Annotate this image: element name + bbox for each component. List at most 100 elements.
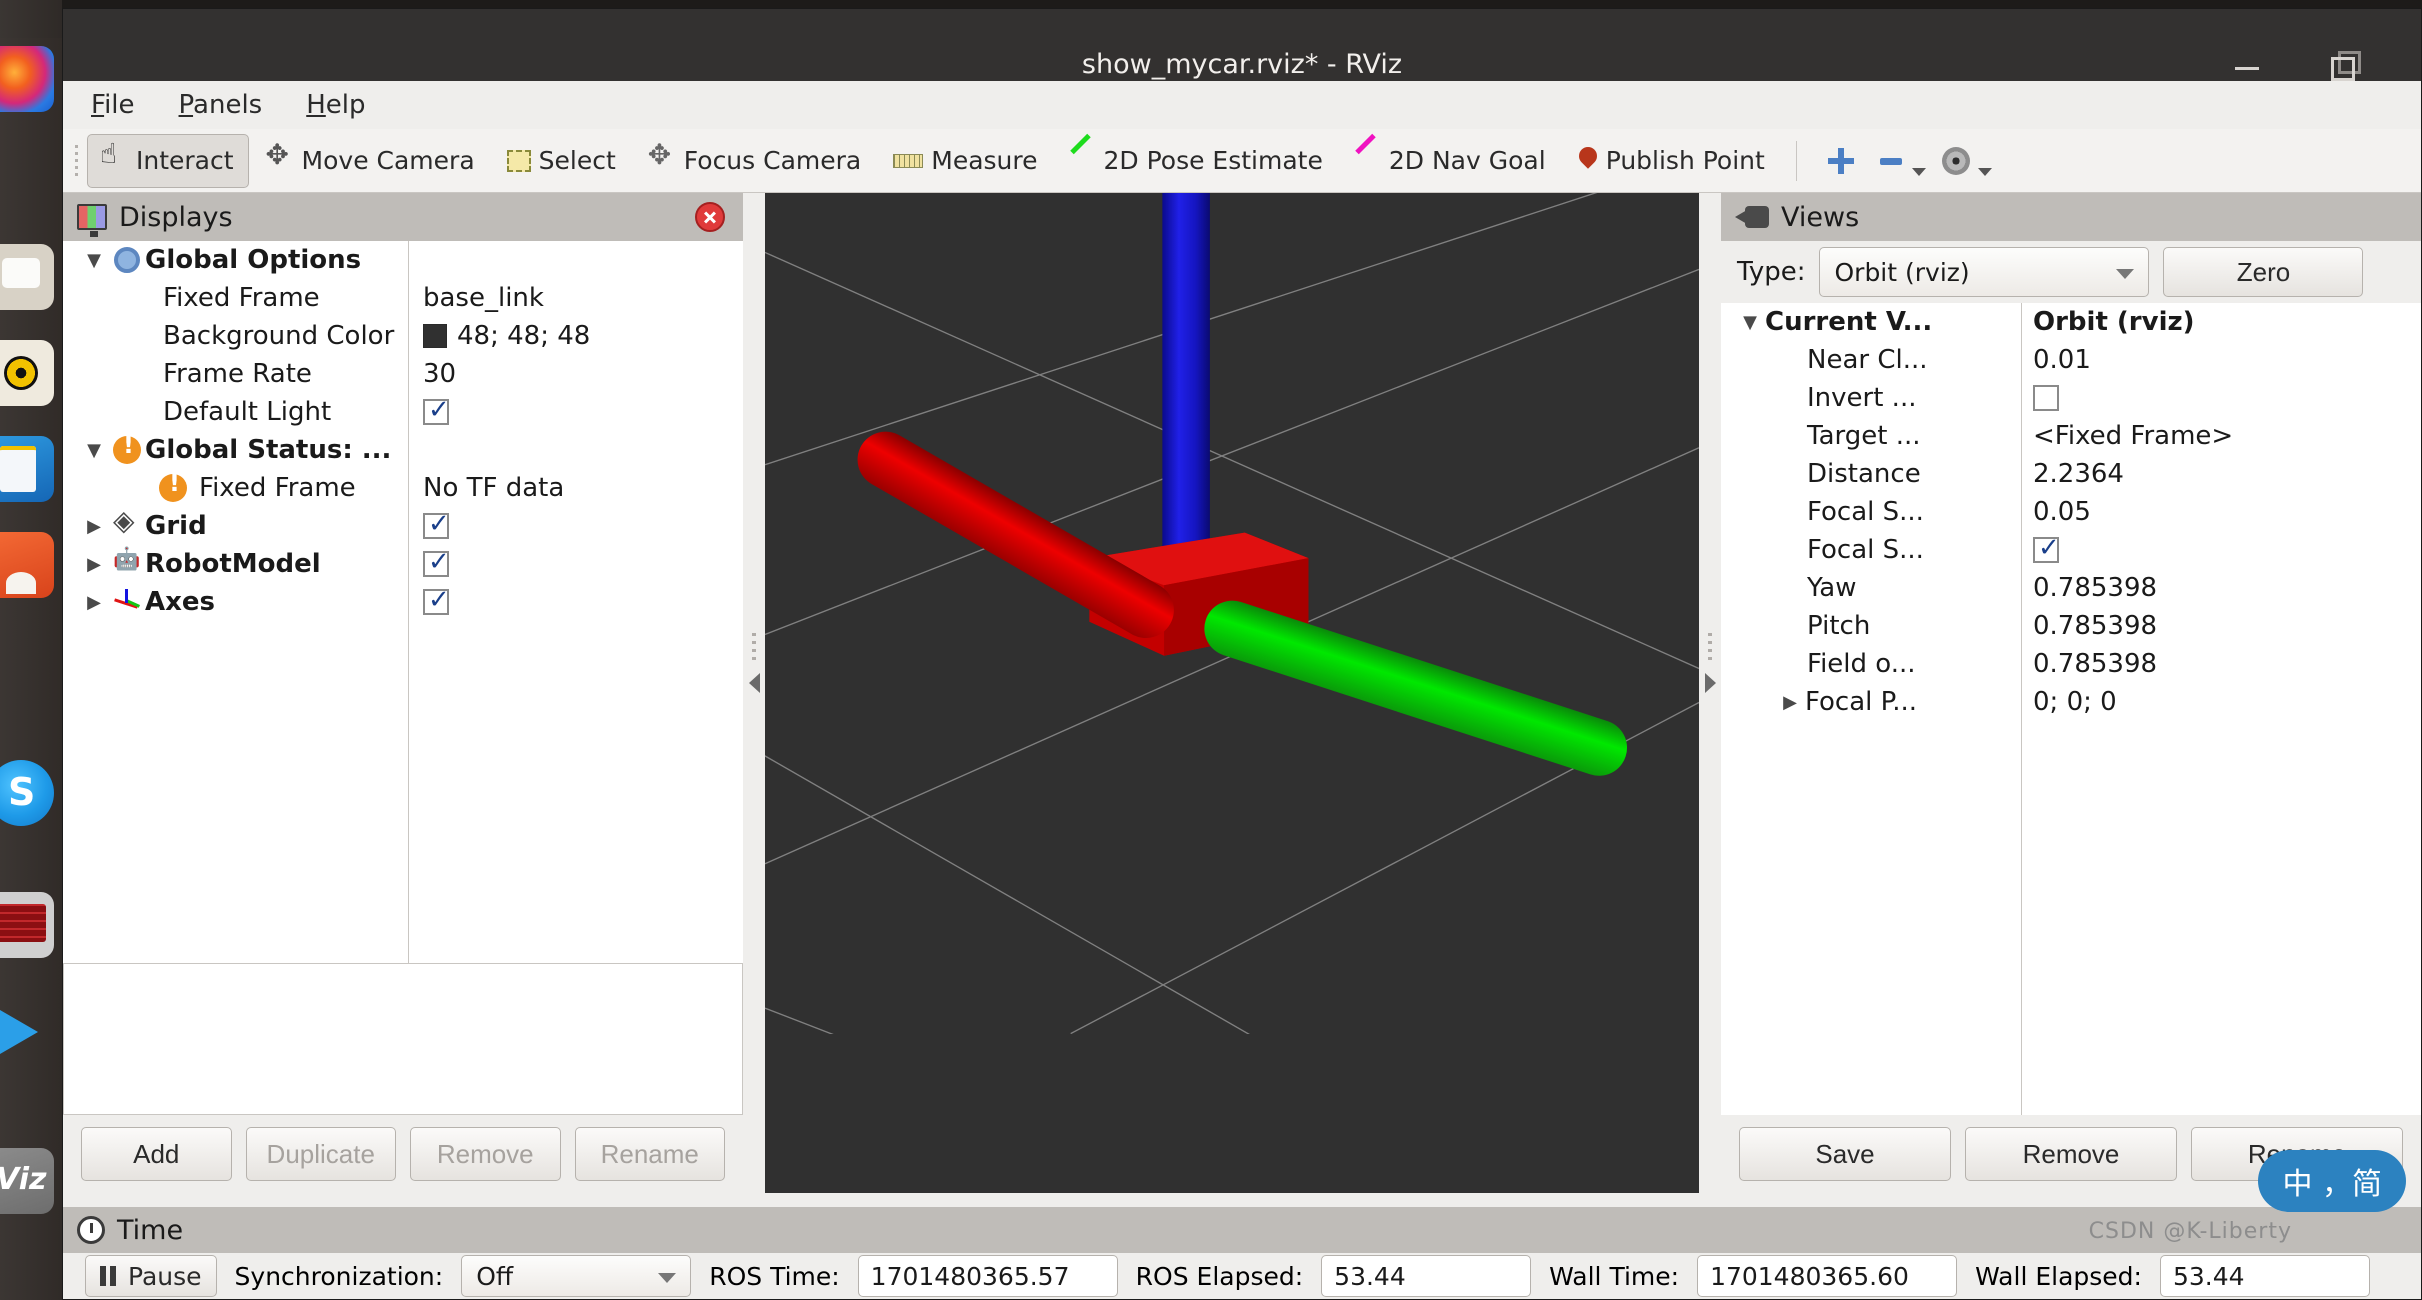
tree-row-fixed-frame[interactable]: Fixed Frame base_link bbox=[63, 279, 743, 317]
twisty-right-icon-focal[interactable]: ▶ bbox=[1775, 692, 1805, 713]
views-row-current-view[interactable]: ▼ Current V... Orbit (rviz) bbox=[1721, 303, 2421, 341]
twisty-down-icon[interactable]: ▼ bbox=[79, 250, 109, 271]
views-row-value-wrap[interactable] bbox=[2033, 385, 2059, 411]
wall-elapsed-field[interactable]: 53.44 bbox=[2159, 1255, 2370, 1297]
menu-panels[interactable]: Panels bbox=[171, 86, 271, 124]
tree-row-value-wrap[interactable] bbox=[423, 509, 450, 539]
views-row-value[interactable]: 0.01 bbox=[2033, 345, 2091, 375]
tree-row-default-light[interactable]: Default Light bbox=[63, 393, 743, 431]
tree-row-grid[interactable]: ▶ Grid bbox=[63, 504, 743, 545]
tree-row-axes[interactable]: ▶ Axes bbox=[63, 583, 743, 621]
checkbox-grid[interactable] bbox=[423, 509, 450, 539]
tree-row-value-wrap[interactable]: 48; 48; 48 bbox=[423, 321, 590, 351]
twisty-right-icon-robot[interactable]: ▶ bbox=[79, 554, 109, 575]
views-tree[interactable]: ▼ Current V... Orbit (rviz) Near Cl... 0… bbox=[1721, 303, 2421, 1115]
remove-button[interactable]: Remove bbox=[410, 1127, 561, 1181]
tree-row-background-color[interactable]: Background Color 48; 48; 48 bbox=[63, 317, 743, 355]
ros-time-field[interactable]: 1701480365.57 bbox=[857, 1255, 1118, 1297]
tool-2d-nav-goal[interactable]: 2D Nav Goal bbox=[1340, 134, 1561, 188]
tree-row-value-wrap[interactable] bbox=[423, 547, 450, 577]
checkbox-focal-shape-fixed[interactable] bbox=[2033, 533, 2060, 563]
twisty-down-icon-views[interactable]: ▼ bbox=[1735, 312, 1765, 333]
tree-row-status-fixed-frame[interactable]: Fixed Frame No TF data bbox=[63, 469, 743, 507]
views-row-value[interactable]: 2.2364 bbox=[2033, 459, 2124, 489]
right-splitter[interactable] bbox=[1699, 193, 1721, 1193]
terminal-icon[interactable] bbox=[0, 892, 54, 958]
views-row-value[interactable]: <Fixed Frame> bbox=[2033, 421, 2233, 451]
ime-indicator[interactable]: 中 ，简 bbox=[2258, 1150, 2406, 1212]
tool-measure[interactable]: Measure bbox=[878, 134, 1052, 188]
twisty-right-icon-grid[interactable]: ▶ bbox=[79, 516, 109, 537]
checkbox-invert[interactable] bbox=[2033, 385, 2059, 411]
views-row-target-frame[interactable]: Target ... <Fixed Frame> bbox=[1721, 417, 2421, 455]
twisty-right-icon-axes[interactable]: ▶ bbox=[79, 592, 109, 613]
wall-time-field[interactable]: 1701480365.60 bbox=[1697, 1255, 1958, 1297]
tree-row-global-status[interactable]: ▼ Global Status: ... bbox=[63, 431, 743, 469]
views-row-pitch[interactable]: Pitch 0.785398 bbox=[1721, 607, 2421, 645]
collapse-right-icon[interactable] bbox=[1705, 673, 1716, 693]
tree-row-value-wrap[interactable] bbox=[423, 395, 450, 425]
tool-focus-camera[interactable]: Focus Camera bbox=[633, 134, 876, 188]
menu-file[interactable]: File bbox=[83, 86, 143, 124]
maximize-icon[interactable] bbox=[2329, 51, 2361, 81]
twisty-down-icon-2[interactable]: ▼ bbox=[79, 440, 109, 461]
views-row-focal-point[interactable]: ▶ Focal P... 0; 0; 0 bbox=[1721, 683, 2421, 721]
tool-move-camera[interactable]: Move Camera bbox=[251, 134, 490, 188]
render-view-3d[interactable] bbox=[765, 193, 1699, 1193]
views-row-value-wrap[interactable] bbox=[2033, 533, 2060, 563]
tool-2d-pose-estimate[interactable]: 2D Pose Estimate bbox=[1055, 134, 1338, 188]
checkbox-robotmodel[interactable] bbox=[423, 547, 450, 577]
views-row-invert[interactable]: Invert ... bbox=[1721, 379, 2421, 417]
menu-help[interactable]: Help bbox=[298, 86, 373, 124]
rviz-icon[interactable] bbox=[0, 1148, 54, 1214]
left-splitter[interactable] bbox=[743, 193, 765, 1193]
vscode-icon[interactable] bbox=[0, 1000, 54, 1066]
tree-row-value[interactable]: base_link bbox=[423, 283, 544, 313]
tool-publish-point[interactable]: Publish Point bbox=[1563, 134, 1780, 188]
tool-add[interactable] bbox=[1813, 134, 1869, 188]
views-row-yaw[interactable]: Yaw 0.785398 bbox=[1721, 569, 2421, 607]
tool-interact[interactable]: Interact bbox=[87, 133, 249, 188]
rhythmbox-icon[interactable] bbox=[0, 340, 54, 406]
tool-visibility[interactable] bbox=[1935, 134, 1999, 188]
views-row-field-of-view[interactable]: Field o... 0.785398 bbox=[1721, 645, 2421, 683]
collapse-left-icon[interactable] bbox=[749, 673, 760, 693]
color-swatch[interactable] bbox=[423, 324, 447, 348]
tree-row-robotmodel[interactable]: ▶ RobotModel bbox=[63, 545, 743, 583]
close-icon[interactable] bbox=[695, 202, 725, 232]
tool-select[interactable]: Select bbox=[492, 134, 631, 188]
sync-select[interactable]: Off bbox=[461, 1255, 692, 1297]
pause-button[interactable]: Pause bbox=[85, 1255, 217, 1297]
ubuntu-dock[interactable] bbox=[0, 0, 62, 1300]
rename-button[interactable]: Rename bbox=[574, 1127, 725, 1181]
views-row-value[interactable]: 0.785398 bbox=[2033, 649, 2157, 679]
tree-row-value[interactable]: 30 bbox=[423, 359, 456, 389]
writer-icon[interactable] bbox=[0, 436, 54, 502]
software-icon[interactable] bbox=[0, 532, 54, 598]
displays-tree[interactable]: ▼ Global Options Fixed Frame base_link B… bbox=[63, 241, 743, 963]
views-row-focal-shape-size[interactable]: Focal S... 0.05 bbox=[1721, 493, 2421, 531]
views-row-focal-shape-fixed[interactable]: Focal S... bbox=[1721, 531, 2421, 569]
files-icon[interactable] bbox=[0, 244, 54, 310]
tree-row-global-options[interactable]: ▼ Global Options bbox=[63, 241, 743, 279]
duplicate-button[interactable]: Duplicate bbox=[245, 1127, 396, 1181]
views-remove-button[interactable]: Remove bbox=[1965, 1127, 2177, 1181]
zero-button[interactable]: Zero bbox=[2163, 247, 2364, 297]
add-button[interactable]: Add bbox=[81, 1127, 232, 1181]
checkbox-default-light[interactable] bbox=[423, 395, 450, 425]
minimize-icon[interactable] bbox=[2233, 51, 2263, 81]
tool-remove[interactable] bbox=[1871, 134, 1933, 188]
views-row-near-clip[interactable]: Near Cl... 0.01 bbox=[1721, 341, 2421, 379]
skype-icon[interactable] bbox=[0, 760, 54, 826]
save-button[interactable]: Save bbox=[1739, 1127, 1951, 1181]
view-type-select[interactable]: Orbit (rviz) bbox=[1819, 247, 2150, 297]
views-row-value[interactable]: 0.785398 bbox=[2033, 611, 2157, 641]
toolbar-grip[interactable] bbox=[71, 139, 85, 183]
tree-row-value-wrap[interactable] bbox=[423, 585, 450, 615]
views-row-value[interactable]: 0.785398 bbox=[2033, 573, 2157, 603]
tree-row-frame-rate[interactable]: Frame Rate 30 bbox=[63, 355, 743, 393]
views-row-distance[interactable]: Distance 2.2364 bbox=[1721, 455, 2421, 493]
ros-elapsed-field[interactable]: 53.44 bbox=[1321, 1255, 1532, 1297]
views-row-value[interactable]: 0.05 bbox=[2033, 497, 2091, 527]
checkbox-axes[interactable] bbox=[423, 585, 450, 615]
